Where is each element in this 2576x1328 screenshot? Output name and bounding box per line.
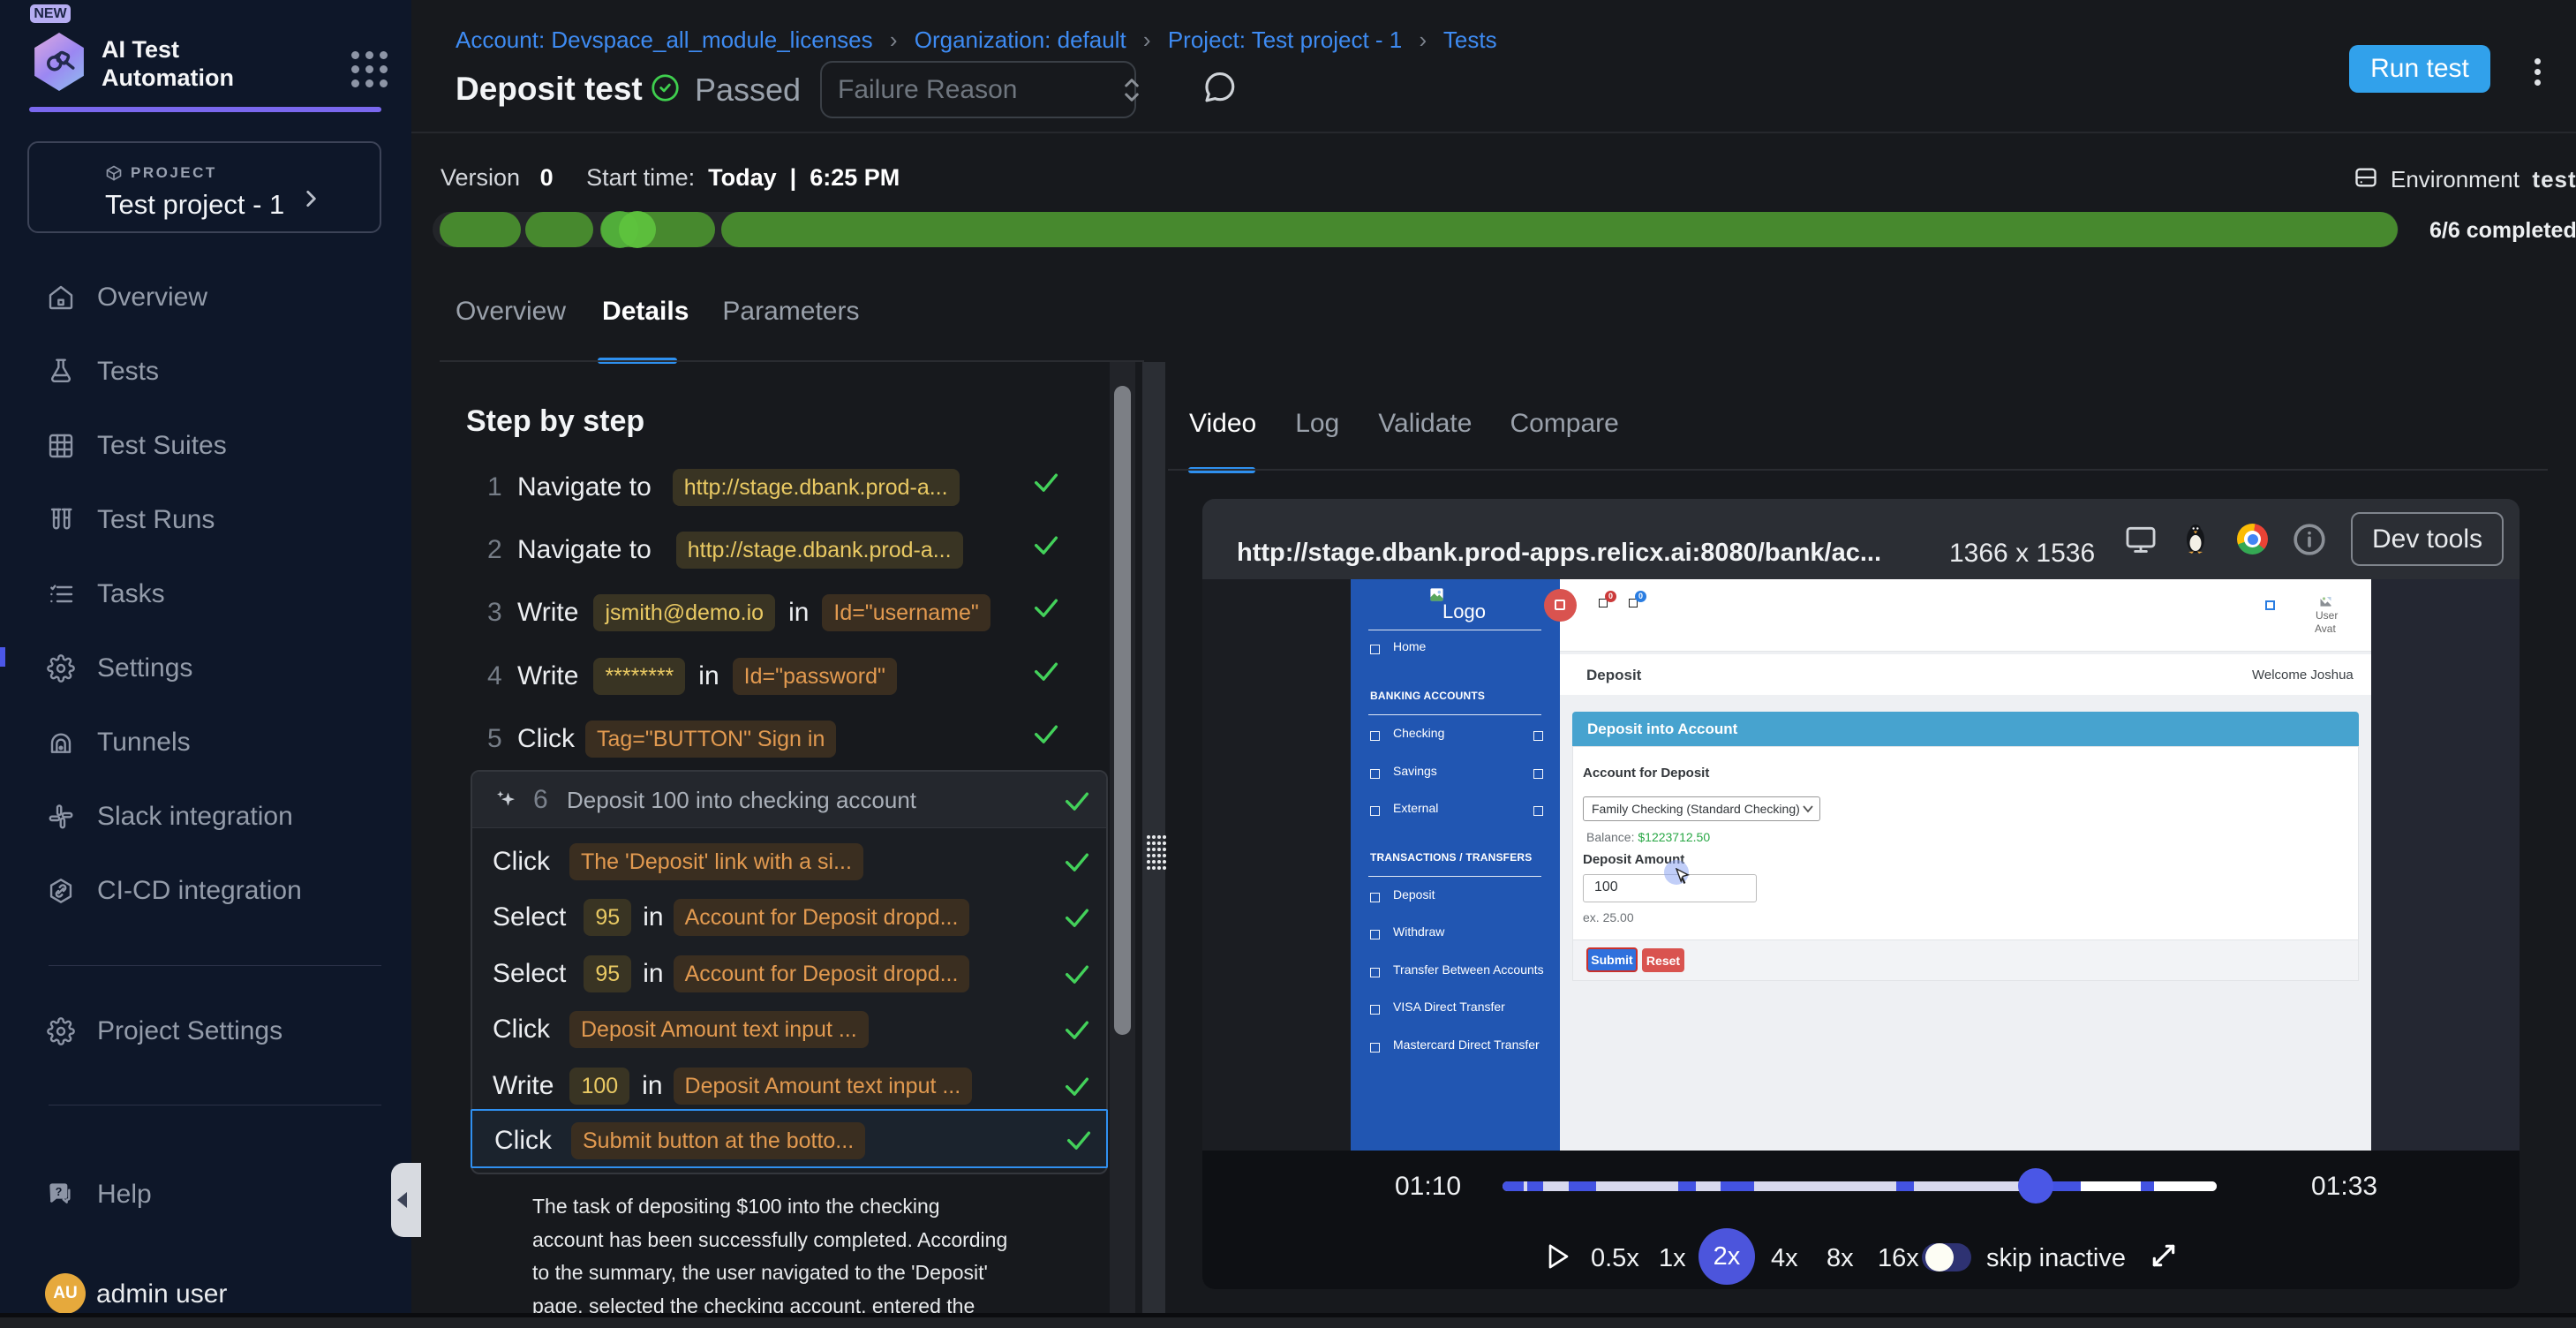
svg-text:?: ?: [56, 1186, 63, 1198]
